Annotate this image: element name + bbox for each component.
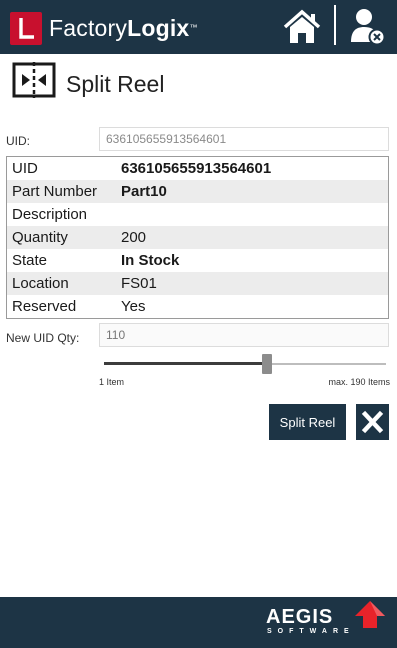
new-uid-qty-input[interactable] xyxy=(99,323,389,347)
quantity-slider[interactable] xyxy=(104,352,386,376)
detail-key: State xyxy=(12,252,48,269)
reel-details-table: UID 636105655913564601 Part Number Part1… xyxy=(6,156,389,319)
header-divider xyxy=(334,5,336,45)
app-header: FactoryLogix™ xyxy=(0,0,397,54)
split-reel-icon xyxy=(12,62,56,98)
brand-prefix: Factory xyxy=(49,15,128,41)
detail-key: Description xyxy=(12,206,88,223)
detail-row-quantity: Quantity 200 xyxy=(7,226,388,249)
new-uid-qty-label: New UID Qty: xyxy=(6,331,80,345)
detail-row-description: Description xyxy=(7,203,388,226)
user-remove-icon xyxy=(351,9,386,46)
close-icon xyxy=(361,410,384,434)
aegis-brand: AEGIS xyxy=(266,606,334,628)
brand-bold: Logix xyxy=(127,15,190,41)
aegis-software-logo: AEGIS SOFTWARE xyxy=(266,600,392,642)
page-title: Split Reel xyxy=(66,71,165,97)
detail-row-part-number: Part Number Part10 xyxy=(7,180,388,203)
brand-trademark: ™ xyxy=(189,23,198,32)
detail-row-state: State In Stock xyxy=(7,249,388,272)
uid-label: UID: xyxy=(6,134,30,148)
home-button[interactable] xyxy=(283,9,321,45)
detail-key: Location xyxy=(12,275,69,292)
detail-value: Part10 xyxy=(121,183,167,200)
slider-min-label: 1 Item xyxy=(99,377,125,387)
detail-value: FS01 xyxy=(121,275,157,292)
aegis-arrow-icon xyxy=(355,601,385,628)
detail-value: 636105655913564601 xyxy=(121,160,272,177)
detail-key: Quantity xyxy=(12,229,68,246)
detail-value: 200 xyxy=(121,229,147,246)
detail-row-reserved: Reserved Yes xyxy=(7,295,388,318)
uid-input[interactable] xyxy=(99,127,389,151)
detail-row-uid: UID 636105655913564601 xyxy=(7,157,388,180)
detail-value: Yes xyxy=(121,298,146,315)
split-reel-button[interactable]: Split Reel xyxy=(269,404,346,440)
cancel-button[interactable] xyxy=(356,404,389,440)
factorylogix-logo-icon xyxy=(10,12,42,45)
slider-thumb[interactable] xyxy=(262,354,272,374)
home-icon xyxy=(283,9,321,43)
brand-name: FactoryLogix™ xyxy=(49,14,198,42)
slider-fill xyxy=(104,362,267,365)
detail-key: Reserved xyxy=(12,298,77,315)
detail-key: UID xyxy=(12,160,38,177)
detail-value: In Stock xyxy=(121,252,180,269)
aegis-subtitle: SOFTWARE xyxy=(267,628,355,635)
detail-row-location: Location FS01 xyxy=(7,272,388,295)
detail-key: Part Number xyxy=(12,183,98,200)
logout-user-button[interactable] xyxy=(350,6,386,46)
slider-max-label: max. 190 Items xyxy=(328,377,390,387)
